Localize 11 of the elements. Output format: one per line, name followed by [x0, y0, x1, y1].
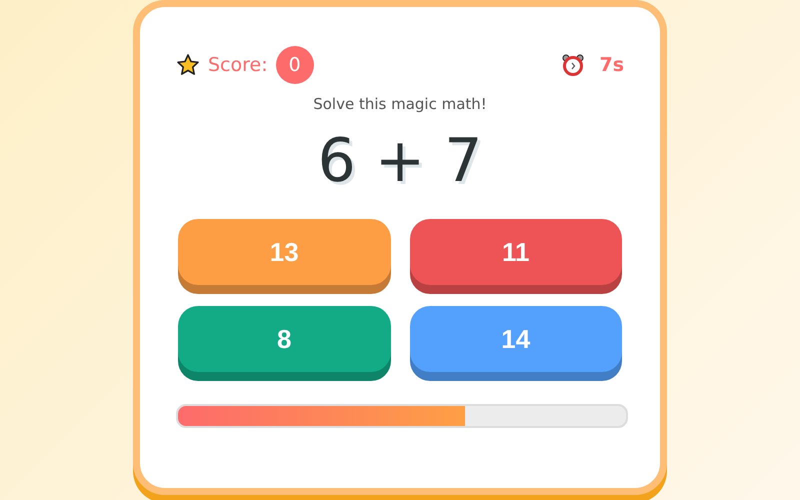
score-badge: 0 — [276, 46, 314, 84]
alarm-clock-icon — [561, 53, 586, 77]
answer-button[interactable]: 8 — [178, 306, 390, 372]
score-label: Score: — [208, 54, 268, 76]
answer-button[interactable]: 14 — [410, 306, 622, 372]
answer-button[interactable]: 11 — [410, 219, 622, 285]
prompt-text: Solve this magic math! — [312, 95, 488, 113]
star-icon — [176, 53, 200, 77]
answer-button[interactable]: 13 — [178, 219, 390, 285]
math-problem: 6 + 7 — [316, 125, 484, 198]
timer-text: 7s — [599, 54, 624, 76]
